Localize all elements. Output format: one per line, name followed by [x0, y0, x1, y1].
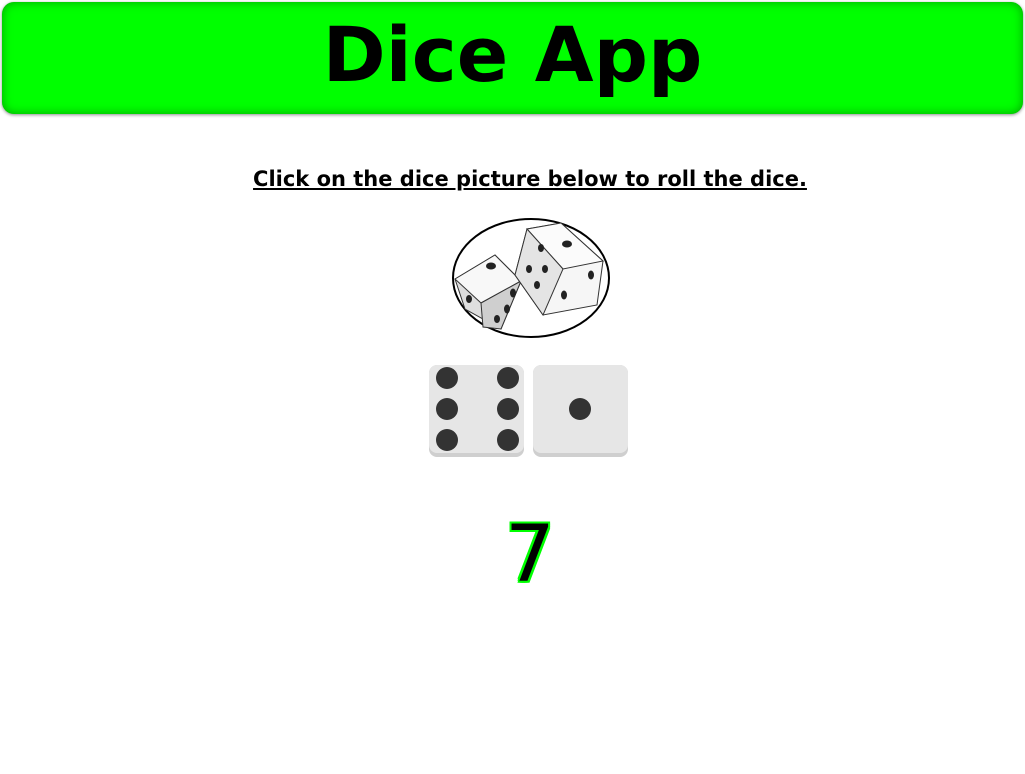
die-one-icon: [533, 365, 628, 457]
die-six-icon: [429, 365, 524, 457]
dice-total: 7: [505, 510, 555, 600]
app-header: Dice App: [2, 2, 1023, 114]
roll-instruction: Click on the dice picture below to roll …: [253, 167, 807, 191]
roll-dice-button[interactable]: [451, 217, 611, 339]
app-title: Dice App: [322, 9, 703, 99]
